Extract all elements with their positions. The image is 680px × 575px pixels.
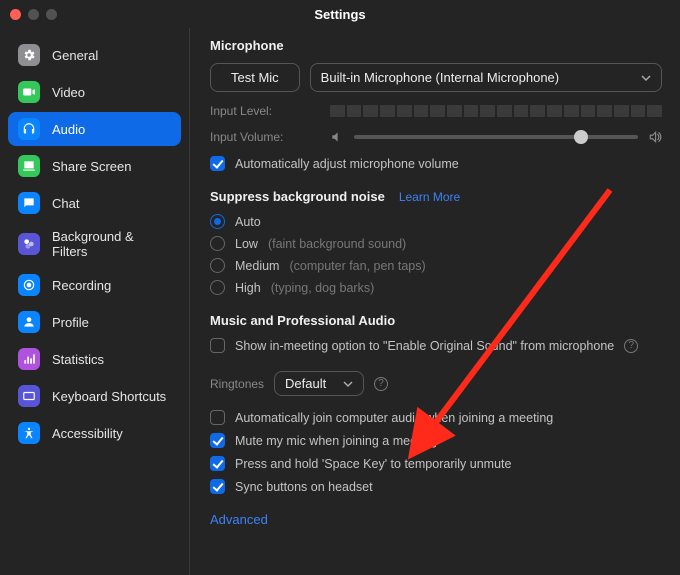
sidebar-item-label: Background & Filters bbox=[52, 229, 171, 259]
suppress-high-radio[interactable]: High (typing, dog barks) bbox=[210, 280, 662, 295]
headphones-icon bbox=[18, 118, 40, 140]
suppress-auto-radio[interactable]: Auto bbox=[210, 214, 662, 229]
checkbox-icon bbox=[210, 338, 225, 353]
checkbox-icon bbox=[210, 156, 225, 171]
radio-hint: (typing, dog barks) bbox=[271, 281, 375, 295]
help-icon[interactable]: ? bbox=[374, 377, 388, 391]
volume-low-icon bbox=[330, 130, 344, 144]
sidebar-item-label: Chat bbox=[52, 196, 79, 211]
sidebar-item-label: Statistics bbox=[52, 352, 104, 367]
accessibility-icon bbox=[18, 422, 40, 444]
background-icon bbox=[18, 233, 40, 255]
input-volume-label: Input Volume: bbox=[210, 130, 320, 144]
volume-high-icon bbox=[648, 130, 662, 144]
sidebar-item-profile[interactable]: Profile bbox=[8, 305, 181, 339]
sidebar-item-audio[interactable]: Audio bbox=[8, 112, 181, 146]
chevron-down-icon bbox=[641, 73, 651, 83]
sidebar-item-accessibility[interactable]: Accessibility bbox=[8, 416, 181, 450]
auto-join-audio-label: Automatically join computer audio when j… bbox=[235, 411, 553, 425]
sidebar-item-video[interactable]: Video bbox=[8, 75, 181, 109]
mic-device-select[interactable]: Built-in Microphone (Internal Microphone… bbox=[310, 63, 662, 92]
original-sound-checkbox[interactable]: Show in-meeting option to "Enable Origin… bbox=[210, 338, 662, 353]
music-heading: Music and Professional Audio bbox=[210, 313, 662, 328]
learn-more-link[interactable]: Learn More bbox=[399, 190, 460, 204]
checkbox-icon bbox=[210, 433, 225, 448]
sidebar-item-label: Video bbox=[52, 85, 85, 100]
sidebar-item-label: Share Screen bbox=[52, 159, 132, 174]
input-volume-slider[interactable] bbox=[354, 135, 638, 139]
space-unmute-label: Press and hold 'Space Key' to temporaril… bbox=[235, 457, 511, 471]
checkbox-icon bbox=[210, 479, 225, 494]
sidebar-item-general[interactable]: General bbox=[8, 38, 181, 72]
sidebar-item-chat[interactable]: Chat bbox=[8, 186, 181, 220]
chevron-down-icon bbox=[343, 379, 353, 389]
advanced-link[interactable]: Advanced bbox=[210, 512, 662, 527]
sidebar-item-share-screen[interactable]: Share Screen bbox=[8, 149, 181, 183]
radio-icon bbox=[210, 236, 225, 251]
titlebar: Settings bbox=[0, 0, 680, 28]
sidebar-item-background-filters[interactable]: Background & Filters bbox=[8, 223, 181, 265]
original-sound-label: Show in-meeting option to "Enable Origin… bbox=[235, 339, 614, 353]
radio-label: High bbox=[235, 281, 261, 295]
radio-label: Low bbox=[235, 237, 258, 251]
test-mic-button[interactable]: Test Mic bbox=[210, 63, 300, 92]
radio-icon bbox=[210, 280, 225, 295]
mute-on-join-label: Mute my mic when joining a meeting bbox=[235, 434, 437, 448]
input-level-label: Input Level: bbox=[210, 104, 320, 118]
video-icon bbox=[18, 81, 40, 103]
ringtones-select[interactable]: Default bbox=[274, 371, 364, 396]
ringtones-value: Default bbox=[285, 376, 326, 391]
checkbox-icon bbox=[210, 456, 225, 471]
recording-icon bbox=[18, 274, 40, 296]
statistics-icon bbox=[18, 348, 40, 370]
share-screen-icon bbox=[18, 155, 40, 177]
sidebar-item-label: Accessibility bbox=[52, 426, 123, 441]
radio-icon bbox=[210, 214, 225, 229]
auto-join-audio-checkbox[interactable]: Automatically join computer audio when j… bbox=[210, 410, 662, 425]
window-title: Settings bbox=[0, 7, 680, 22]
radio-hint: (computer fan, pen taps) bbox=[289, 259, 425, 273]
radio-icon bbox=[210, 258, 225, 273]
suppress-heading: Suppress background noise bbox=[210, 189, 385, 204]
sync-headset-label: Sync buttons on headset bbox=[235, 480, 373, 494]
settings-content: Microphone Test Mic Built-in Microphone … bbox=[190, 28, 680, 575]
sidebar-item-label: General bbox=[52, 48, 98, 63]
input-level-meter bbox=[330, 105, 662, 117]
profile-icon bbox=[18, 311, 40, 333]
sidebar-item-label: Audio bbox=[52, 122, 85, 137]
sidebar-item-statistics[interactable]: Statistics bbox=[8, 342, 181, 376]
keyboard-icon bbox=[18, 385, 40, 407]
microphone-heading: Microphone bbox=[210, 38, 662, 53]
ringtones-label: Ringtones bbox=[210, 377, 264, 391]
help-icon[interactable]: ? bbox=[624, 339, 638, 353]
radio-label: Auto bbox=[235, 215, 261, 229]
settings-sidebar: General Video Audio Share Screen Chat Ba… bbox=[0, 28, 190, 575]
sync-headset-checkbox[interactable]: Sync buttons on headset bbox=[210, 479, 662, 494]
sidebar-item-label: Profile bbox=[52, 315, 89, 330]
radio-hint: (faint background sound) bbox=[268, 237, 406, 251]
mute-on-join-checkbox[interactable]: Mute my mic when joining a meeting bbox=[210, 433, 662, 448]
gear-icon bbox=[18, 44, 40, 66]
checkbox-icon bbox=[210, 410, 225, 425]
sidebar-item-keyboard-shortcuts[interactable]: Keyboard Shortcuts bbox=[8, 379, 181, 413]
radio-label: Medium bbox=[235, 259, 279, 273]
auto-adjust-mic-label: Automatically adjust microphone volume bbox=[235, 157, 459, 171]
space-unmute-checkbox[interactable]: Press and hold 'Space Key' to temporaril… bbox=[210, 456, 662, 471]
sidebar-item-label: Recording bbox=[52, 278, 111, 293]
sidebar-item-recording[interactable]: Recording bbox=[8, 268, 181, 302]
mic-device-value: Built-in Microphone (Internal Microphone… bbox=[321, 70, 559, 85]
sidebar-item-label: Keyboard Shortcuts bbox=[52, 389, 166, 404]
suppress-low-radio[interactable]: Low (faint background sound) bbox=[210, 236, 662, 251]
chat-icon bbox=[18, 192, 40, 214]
auto-adjust-mic-checkbox[interactable]: Automatically adjust microphone volume bbox=[210, 156, 662, 171]
suppress-medium-radio[interactable]: Medium (computer fan, pen taps) bbox=[210, 258, 662, 273]
